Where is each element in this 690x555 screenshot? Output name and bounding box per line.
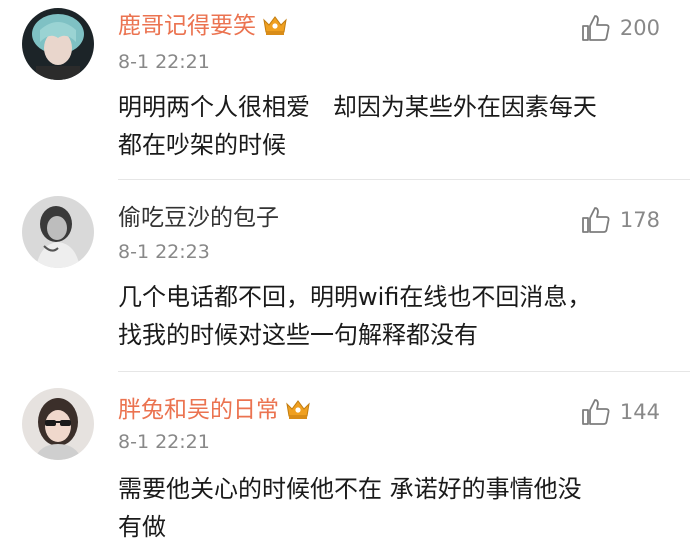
timestamp: 8-1 22:23	[118, 241, 210, 263]
username-text[interactable]: 胖兔和吴的日常	[118, 397, 279, 423]
comment-text: 明明两个人很相爱 却因为某些外在因素每天 都在吵架的时候	[118, 93, 597, 159]
username[interactable]: 偷吃豆沙的包子	[118, 204, 279, 232]
like-count: 178	[619, 208, 660, 232]
avatar[interactable]	[22, 196, 94, 268]
thumbs-up-outline-icon	[582, 207, 610, 233]
crown-badge-icon	[262, 14, 288, 43]
like-count: 200	[619, 16, 660, 40]
timestamp: 8-1 22:21	[118, 51, 210, 73]
avatar[interactable]	[22, 388, 94, 460]
username[interactable]: 胖兔和吴的日常	[118, 396, 311, 427]
username-text[interactable]: 鹿哥记得要笑	[118, 13, 256, 39]
thumbs-up-outline-icon	[582, 15, 610, 41]
avatar[interactable]	[22, 8, 94, 80]
like-count: 144	[619, 400, 660, 424]
comment-text: 几个电话都不回，明明wifi在线也不回消息， 找我的时候对这些一句解释都没有	[118, 283, 592, 349]
divider	[118, 179, 690, 180]
thumbs-up-outline-icon	[582, 399, 610, 425]
username[interactable]: 鹿哥记得要笑	[118, 12, 288, 43]
comment-text: 需要他关心的时候他不在 承诺好的事情他没 有做	[118, 475, 582, 541]
like-button[interactable]: 200	[581, 14, 660, 42]
like-button[interactable]: 178	[581, 206, 660, 234]
crown-badge-icon	[285, 398, 311, 427]
divider	[118, 371, 690, 372]
like-button[interactable]: 144	[581, 398, 660, 426]
timestamp: 8-1 22:21	[118, 431, 210, 453]
